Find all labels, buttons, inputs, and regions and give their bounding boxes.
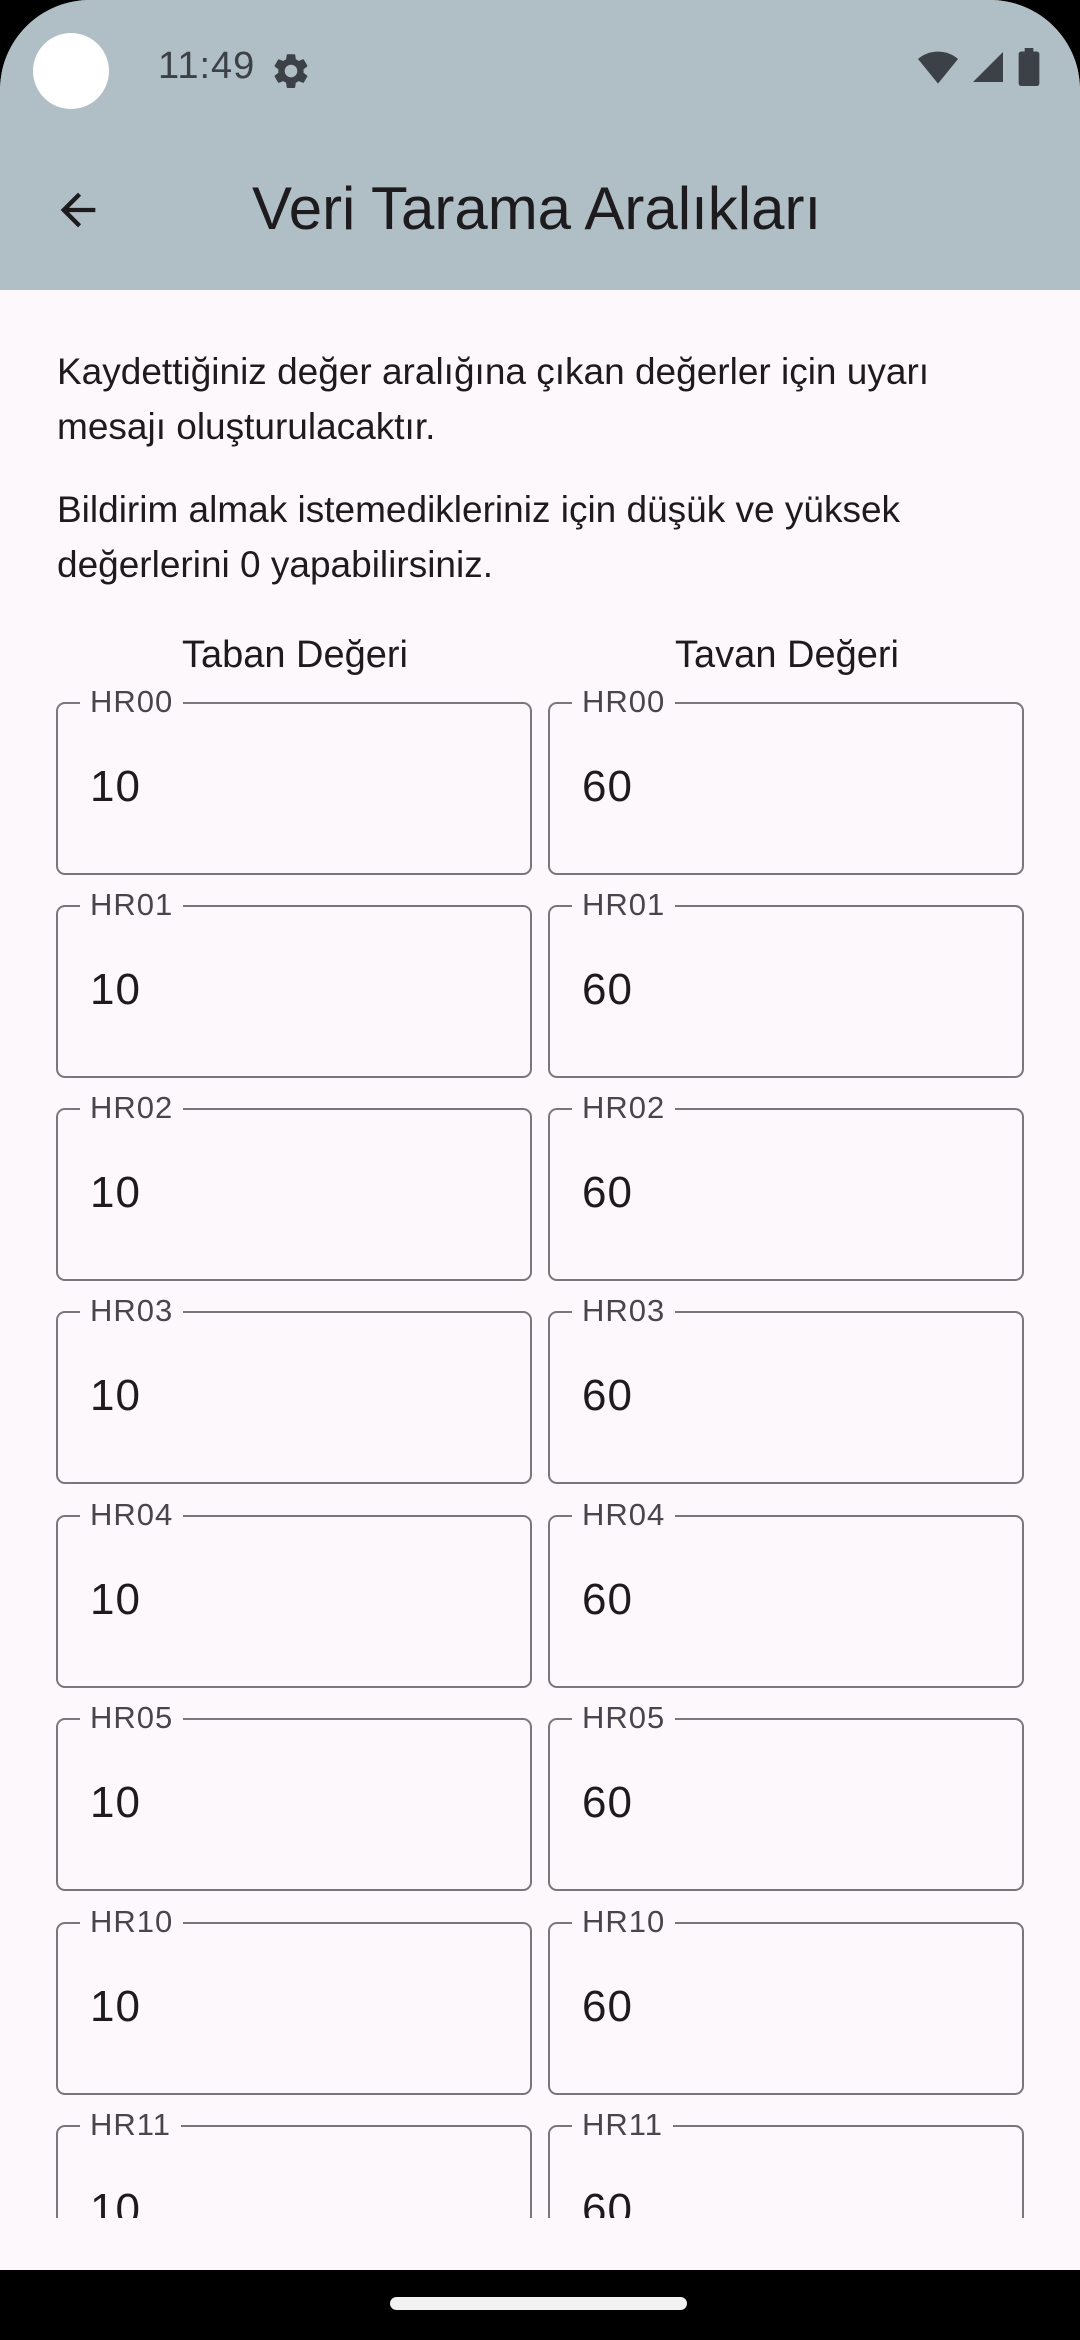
min-value-input[interactable]	[90, 1575, 490, 1625]
page-title: Veri Tarama Aralıkları	[252, 175, 822, 242]
field-label: HR00	[572, 684, 676, 720]
min-value-input[interactable]	[90, 762, 490, 812]
field-label: HR02	[80, 1090, 184, 1126]
field-label: HR05	[572, 1700, 676, 1736]
status-icons	[918, 48, 1040, 86]
max-value-input[interactable]	[582, 1778, 982, 1828]
max-value-input[interactable]	[582, 2185, 982, 2218]
battery-icon	[1018, 48, 1040, 86]
field-label: HR02	[572, 1090, 676, 1126]
max-field-hr01[interactable]: HR01	[548, 887, 1024, 1078]
min-field-hr03[interactable]: HR03	[56, 1293, 532, 1484]
arrow-back-icon	[60, 192, 96, 228]
max-value-input[interactable]	[582, 1168, 982, 1218]
max-field-hr02[interactable]: HR02	[548, 1090, 1024, 1281]
intro-text-warning: Kaydettiğiniz değer aralığına çıkan değe…	[57, 351, 930, 447]
max-field-hr00[interactable]: HR00	[548, 684, 1024, 875]
min-field-hr00[interactable]: HR00	[56, 684, 532, 875]
min-value-input[interactable]	[90, 1778, 490, 1828]
min-field-hr11[interactable]: HR11	[56, 2107, 532, 2218]
column-header-max: Tavan Değeri	[675, 634, 899, 676]
max-value-input[interactable]	[582, 1371, 982, 1421]
settings-icon	[274, 54, 308, 88]
min-field-hr02[interactable]: HR02	[56, 1090, 532, 1281]
field-label: HR04	[572, 1497, 676, 1533]
max-value-input[interactable]	[582, 1575, 982, 1625]
back-button[interactable]	[40, 172, 116, 248]
max-field-hr03[interactable]: HR03	[548, 1293, 1024, 1484]
field-label: HR00	[80, 684, 184, 720]
field-label: HR04	[80, 1497, 184, 1533]
max-value-input[interactable]	[582, 762, 982, 812]
min-value-input[interactable]	[90, 965, 490, 1015]
intro-text-disable-hint: Bildirim almak istemedikleriniz için düş…	[57, 489, 901, 585]
max-field-hr11[interactable]: HR11	[548, 2107, 1024, 2218]
app-screen: 11:49 Veri Tarama Aralıkları Kaydettiğin…	[0, 0, 1080, 2340]
signal-icon	[973, 52, 1003, 82]
max-field-hr04[interactable]: HR04	[548, 1497, 1024, 1688]
max-value-input[interactable]	[582, 965, 982, 1015]
range-fields-list[interactable]: HR00 HR00 HR01 HR01 HR02 HR02 HR03	[0, 680, 1080, 2218]
min-field-hr01[interactable]: HR01	[56, 887, 532, 1078]
wifi-icon	[918, 51, 958, 84]
max-value-input[interactable]	[582, 1982, 982, 2032]
field-label: HR01	[80, 887, 184, 923]
min-field-hr05[interactable]: HR05	[56, 1700, 532, 1891]
home-gesture-handle[interactable]	[390, 2297, 687, 2310]
min-value-input[interactable]	[90, 1982, 490, 2032]
camera-cutout	[33, 33, 109, 109]
status-time: 11:49	[158, 45, 256, 87]
min-value-input[interactable]	[90, 1168, 490, 1218]
min-field-hr04[interactable]: HR04	[56, 1497, 532, 1688]
field-label: HR10	[572, 1904, 676, 1940]
column-header-min: Taban Değeri	[181, 634, 409, 676]
field-label: HR05	[80, 1700, 184, 1736]
app-bar	[0, 0, 1080, 290]
max-field-hr05[interactable]: HR05	[548, 1700, 1024, 1891]
min-value-input[interactable]	[90, 1371, 490, 1421]
min-field-hr10[interactable]: HR10	[56, 1904, 532, 2095]
field-label: HR11	[80, 2107, 181, 2143]
field-label: HR03	[572, 1293, 676, 1329]
min-value-input[interactable]	[90, 2185, 490, 2218]
max-field-hr10[interactable]: HR10	[548, 1904, 1024, 2095]
field-label: HR11	[572, 2107, 673, 2143]
field-label: HR03	[80, 1293, 184, 1329]
field-label: HR10	[80, 1904, 184, 1940]
field-label: HR01	[572, 887, 676, 923]
